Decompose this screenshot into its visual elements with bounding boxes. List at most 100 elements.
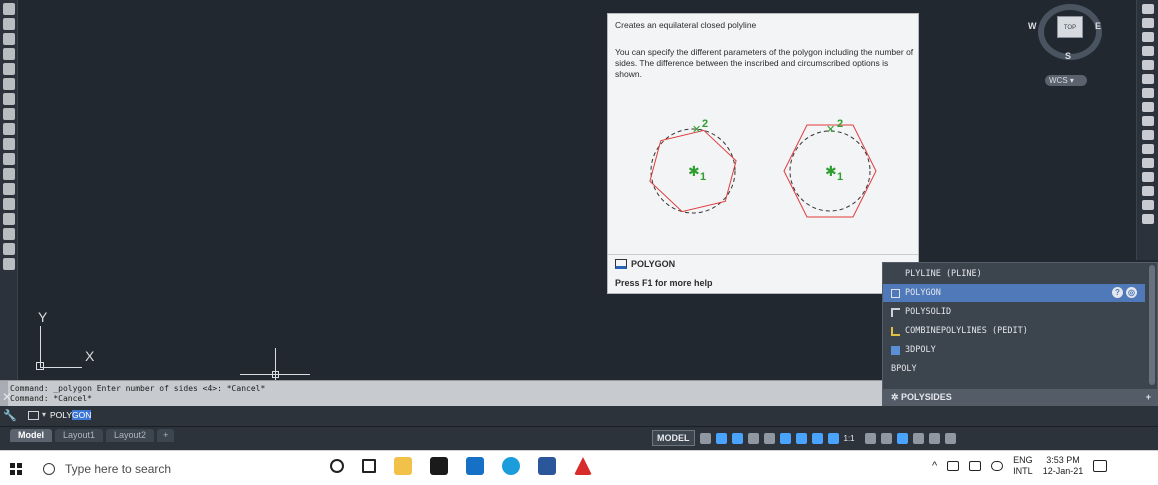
system-variable-row[interactable]: ✲ POLYSIDES + [883, 389, 1157, 406]
notifications-icon[interactable] [1093, 460, 1108, 472]
viewcube-east[interactable]: E [1095, 21, 1101, 31]
layout-tabs: Model Layout1 Layout2 + [10, 429, 175, 442]
revcloud-tool-icon[interactable] [3, 93, 15, 105]
polar-icon[interactable] [747, 432, 759, 444]
close-command-window-icon[interactable]: ✕ [2, 390, 12, 404]
clock[interactable]: 3:53 PM 12-Jan-21 [1043, 455, 1084, 477]
erase-tool-icon[interactable] [1142, 4, 1154, 14]
viewcube[interactable]: TOP W E S [1028, 4, 1120, 86]
add-layout-button[interactable]: + [157, 429, 175, 442]
extend-tool-icon[interactable] [1142, 144, 1154, 154]
inscribed-label-2: 2 [702, 118, 708, 130]
customize-wrench-icon[interactable]: 🔧 [3, 409, 17, 422]
cortana-icon[interactable] [330, 459, 344, 473]
autocomplete-item-selected[interactable]: POLYGON ? ◎ [883, 284, 1145, 302]
autocomplete-item[interactable]: PLYLINE (PLINE) [883, 265, 1145, 283]
command-input[interactable]: POLYGON [50, 410, 92, 420]
table-tool-icon[interactable] [3, 228, 15, 240]
autocomplete-item[interactable]: 3DPOLY [883, 341, 1145, 359]
hardware-acceleration-icon[interactable] [912, 432, 924, 444]
annotation-scale[interactable]: 1:1 [844, 433, 860, 444]
auto-scale-icon[interactable] [827, 432, 839, 444]
break-tool-icon[interactable] [1142, 158, 1154, 168]
annotation-visibility-icon[interactable] [811, 432, 823, 444]
clean-screen-icon[interactable] [928, 432, 940, 444]
tooltip-title: Creates an equilateral closed polyline [615, 20, 757, 30]
mirror-tool-icon[interactable] [1142, 32, 1154, 42]
multiline-text-icon[interactable] [3, 243, 15, 255]
hatch-tool-icon[interactable] [3, 183, 15, 195]
workspace-gear-icon[interactable] [864, 432, 876, 444]
taskbar-search[interactable]: Type here to search [33, 454, 303, 484]
trim-tool-icon[interactable] [1142, 130, 1154, 140]
circle-tool-icon[interactable] [3, 78, 15, 90]
join-tool-icon[interactable] [1142, 172, 1154, 182]
stretch-tool-icon[interactable] [1142, 116, 1154, 126]
add-selected-icon[interactable] [3, 258, 15, 270]
tab-layout2[interactable]: Layout2 [106, 429, 155, 442]
viewcube-south[interactable]: S [1065, 51, 1071, 61]
word-icon[interactable] [538, 457, 556, 475]
model-space-button[interactable]: MODEL [652, 430, 695, 446]
autocomplete-item[interactable]: BPOLY [883, 360, 1145, 378]
edge-icon[interactable] [502, 457, 520, 475]
store-icon[interactable] [430, 457, 448, 475]
line-tool-icon[interactable] [3, 3, 15, 15]
fillet-tool-icon[interactable] [1142, 200, 1154, 210]
autocad-icon[interactable] [574, 457, 592, 475]
explode-tool-icon[interactable] [1142, 214, 1154, 224]
gradient-tool-icon[interactable] [3, 198, 15, 210]
typed-prefix: POLY [50, 410, 73, 420]
point-tool-icon[interactable] [3, 168, 15, 180]
copy-tool-icon[interactable] [1142, 18, 1154, 28]
viewcube-west[interactable]: W [1028, 21, 1037, 31]
show-hidden-icons-icon[interactable]: ^ [932, 460, 937, 472]
add-icon[interactable] [880, 432, 892, 444]
file-explorer-icon[interactable] [394, 457, 412, 475]
spline-tool-icon[interactable] [3, 63, 15, 75]
move-tool-icon[interactable] [1142, 74, 1154, 84]
command-line[interactable]: ✕ 🔧 ▾ POLYGON [0, 390, 1158, 426]
ortho-icon[interactable] [731, 432, 743, 444]
device-icon[interactable] [947, 461, 960, 471]
mail-icon[interactable] [466, 457, 484, 475]
expand-icon[interactable]: + [1146, 389, 1151, 406]
command-prompt-icon[interactable] [28, 411, 39, 420]
ellipse-tool-icon[interactable] [3, 108, 15, 120]
polygon-tool-icon[interactable] [3, 33, 15, 45]
object-tracking-icon[interactable] [779, 432, 791, 444]
isodraft-icon[interactable] [763, 432, 775, 444]
grid-icon[interactable] [699, 432, 711, 444]
snap-icon[interactable] [715, 432, 727, 444]
input-language[interactable]: ENG INTL [1013, 455, 1033, 477]
autocomplete-scrollbar[interactable] [1149, 265, 1155, 385]
osnap-icon[interactable] [795, 432, 807, 444]
tab-layout1[interactable]: Layout1 [55, 429, 104, 442]
wcs-menu[interactable]: WCS ▾ [1045, 75, 1087, 86]
chamfer-tool-icon[interactable] [1142, 186, 1154, 196]
arc-tool-icon[interactable] [3, 18, 15, 30]
array-tool-icon[interactable] [1142, 60, 1154, 70]
help-icon[interactable]: ? [1112, 287, 1123, 298]
tab-model[interactable]: Model [10, 429, 52, 442]
rectangle-tool-icon[interactable] [3, 48, 15, 60]
task-view-icon[interactable] [362, 459, 376, 473]
offset-tool-icon[interactable] [1142, 46, 1154, 56]
make-block-icon[interactable] [3, 153, 15, 165]
network-icon[interactable] [969, 461, 982, 471]
customization-menu-icon[interactable] [944, 432, 956, 444]
insert-block-icon[interactable] [3, 138, 15, 150]
rotate-tool-icon[interactable] [1142, 88, 1154, 98]
isolate-objects-icon[interactable] [896, 432, 908, 444]
autocomplete-item[interactable]: POLYSOLID [883, 303, 1145, 321]
region-tool-icon[interactable] [3, 213, 15, 225]
online-help-icon[interactable]: ◎ [1126, 287, 1137, 298]
scale-tool-icon[interactable] [1142, 102, 1154, 112]
viewcube-top-face[interactable]: TOP [1057, 16, 1083, 38]
onedrive-icon[interactable] [991, 461, 1004, 471]
windows-start-icon[interactable] [10, 463, 22, 475]
autocomplete-item[interactable]: COMBINEPOLYLINES (PEDIT) [883, 322, 1145, 340]
recent-commands-chevron-icon[interactable]: ▾ [42, 410, 46, 419]
language-code: ENG [1013, 455, 1033, 465]
ellipse-arc-tool-icon[interactable] [3, 123, 15, 135]
